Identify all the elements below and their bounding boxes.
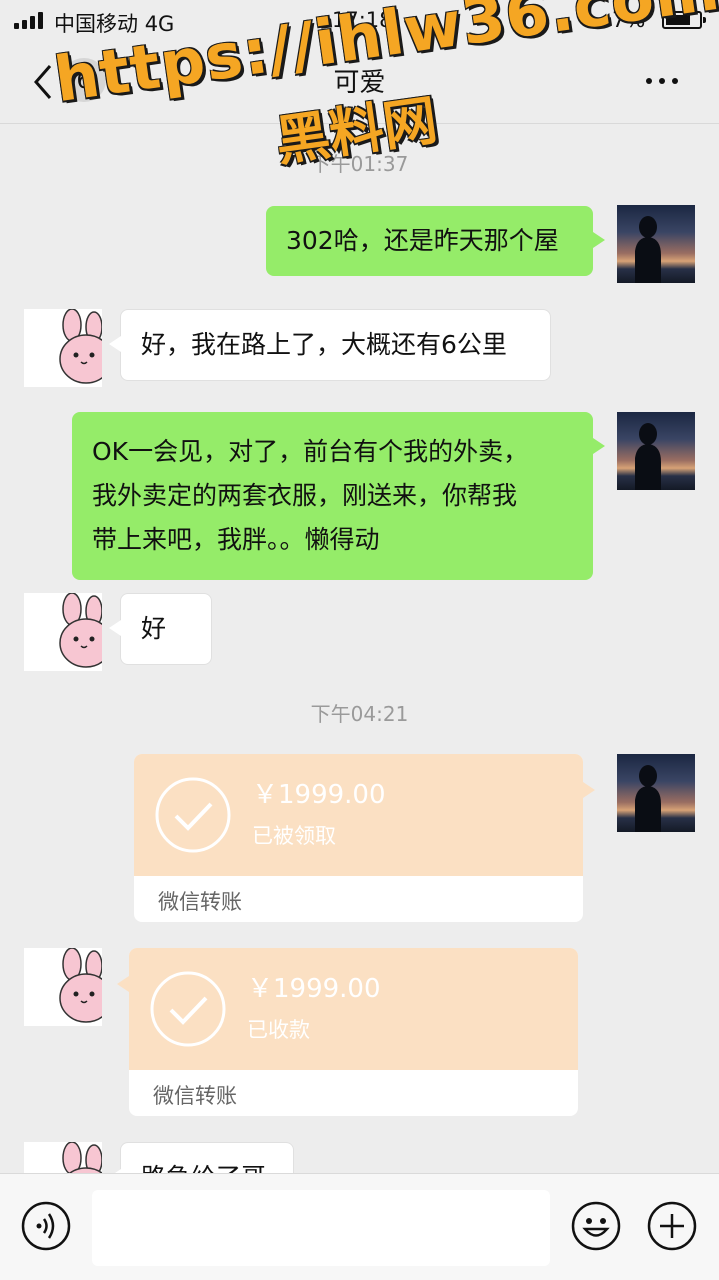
self-avatar[interactable] — [617, 412, 695, 490]
transfer-card-other[interactable]: ￥1999.00 已收款 微信转账 — [129, 948, 578, 1116]
transfer-card-header: ￥1999.00 已被领取 — [134, 754, 583, 876]
message-timestamp: 下午01:37 — [310, 152, 409, 176]
plus-more-icon[interactable] — [646, 1200, 698, 1252]
bubble-tail — [117, 976, 129, 992]
more-options-icon[interactable] — [646, 78, 678, 84]
bunny-avatar-icon — [59, 948, 102, 1023]
bubble-tail — [583, 782, 595, 798]
check-circle-icon — [150, 971, 226, 1047]
person-silhouette-icon — [635, 765, 661, 832]
message-input[interactable] — [92, 1190, 550, 1266]
message-bubble-self[interactable]: 302哈，还是昨天那个屋 — [266, 206, 605, 276]
message-bubble-self[interactable]: OK一会见，对了，前台有个我的外卖， 我外卖定的两套衣服，刚送来，你帮我 带上来… — [72, 412, 605, 580]
transfer-card-header: ￥1999.00 已收款 — [129, 948, 578, 1070]
person-silhouette-icon — [635, 423, 661, 490]
contact-avatar[interactable] — [24, 309, 102, 387]
battery-percent: 7% — [612, 8, 646, 32]
transfer-amount: ￥1999.00 — [252, 780, 386, 810]
transfer-status: 已收款 — [247, 1018, 310, 1042]
transfer-amount: ￥1999.00 — [247, 974, 381, 1004]
bunny-avatar-icon — [59, 309, 102, 384]
battery-icon — [662, 11, 706, 29]
person-silhouette-icon — [635, 216, 661, 283]
contact-avatar[interactable] — [24, 593, 102, 671]
status-time: 17:18 — [332, 8, 393, 32]
chat-title: 可爱 — [333, 68, 386, 98]
transfer-label: 微信转账 — [158, 890, 242, 914]
self-avatar[interactable] — [617, 205, 695, 283]
bunny-avatar-icon — [59, 593, 102, 668]
signal-icon — [14, 11, 43, 29]
transfer-label: 微信转账 — [153, 1084, 237, 1108]
voice-input-icon[interactable] — [20, 1200, 72, 1252]
transfer-status: 已被领取 — [252, 824, 336, 848]
chat-header: 6 可爱 — [0, 40, 719, 124]
status-bar: 中国移动 4G 17:18 7% — [0, 0, 719, 40]
contact-avatar[interactable] — [24, 948, 102, 1026]
message-timestamp: 下午04:21 — [310, 702, 409, 726]
chat-input-bar — [0, 1173, 719, 1280]
emoji-icon[interactable] — [570, 1200, 622, 1252]
transfer-card-self[interactable]: ￥1999.00 已被领取 微信转账 — [134, 754, 583, 922]
message-bubble-other[interactable]: 好，我在路上了，大概还有6公里 — [109, 309, 551, 381]
message-bubble-other[interactable]: 好 — [109, 593, 212, 665]
self-avatar[interactable] — [617, 754, 695, 832]
check-circle-icon — [155, 777, 231, 853]
carrier-label: 中国移动 4G — [54, 12, 175, 36]
